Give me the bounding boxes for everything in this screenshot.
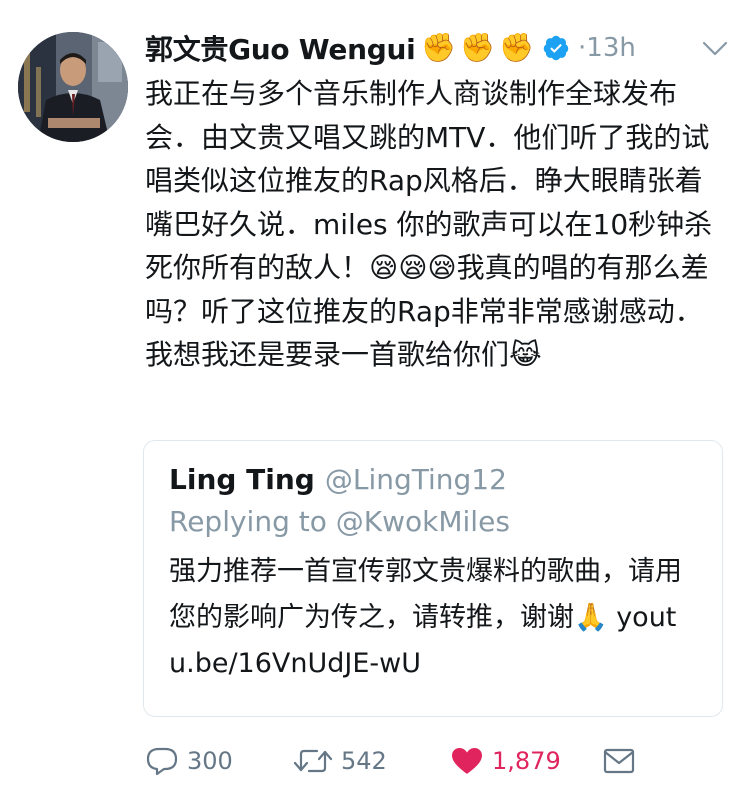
tweet-header: 郭文贵Guo Wengui ✊ ✊ ✊ ·13h (145, 26, 636, 70)
quoted-author-name: Ling Ting (169, 463, 315, 496)
quoted-replying-to: Replying to @KwokMiles (169, 505, 510, 538)
raised-fist-icon: ✊ (421, 31, 457, 64)
timestamp[interactable]: ·13h (578, 33, 636, 63)
like-count: 1,879 (492, 747, 561, 775)
tweet[interactable]: 郭文贵Guo Wengui ✊ ✊ ✊ ·13h 我正在与多个音乐制作人商谈制作… (0, 0, 748, 792)
verified-badge-icon (543, 35, 569, 61)
chevron-down-icon[interactable] (702, 40, 728, 58)
retweet-count: 542 (341, 747, 387, 775)
retweet-icon (293, 749, 333, 773)
quoted-tweet-text: 强力推荐一首宣传郭文贵爆料的歌曲，请用您的影响广为传之，请转推，谢谢🙏 yout… (169, 556, 682, 679)
reply-bubble-icon (146, 747, 178, 776)
reply-count: 300 (187, 747, 233, 775)
quoted-tweet-header: Ling Ting @LingTing12 (169, 463, 507, 496)
replying-handle: @KwokMiles (335, 505, 510, 538)
tweet-actions: 300 542 1,879 (0, 740, 748, 782)
direct-message-button[interactable] (602, 740, 644, 782)
quoted-author-handle: @LingTing12 (324, 463, 507, 496)
author-display-name[interactable]: 郭文贵Guo Wengui (145, 28, 416, 68)
avatar[interactable] (18, 32, 128, 142)
retweet-button[interactable]: 542 (293, 740, 387, 782)
name-emojis: ✊ ✊ ✊ (421, 34, 538, 62)
tweet-text: 我正在与多个音乐制作人商谈制作全球发布会．由文贵又唱又跳的MTV．他们听了我的试… (145, 77, 713, 371)
quoted-tweet[interactable]: Ling Ting @LingTing12 Replying to @KwokMi… (143, 440, 723, 717)
envelope-icon (603, 748, 635, 774)
like-button[interactable]: 1,879 (450, 740, 561, 782)
reply-button[interactable]: 300 (145, 740, 233, 782)
raised-fist-icon: ✊ (460, 31, 496, 64)
raised-fist-icon: ✊ (499, 31, 535, 64)
heart-icon (452, 748, 482, 774)
